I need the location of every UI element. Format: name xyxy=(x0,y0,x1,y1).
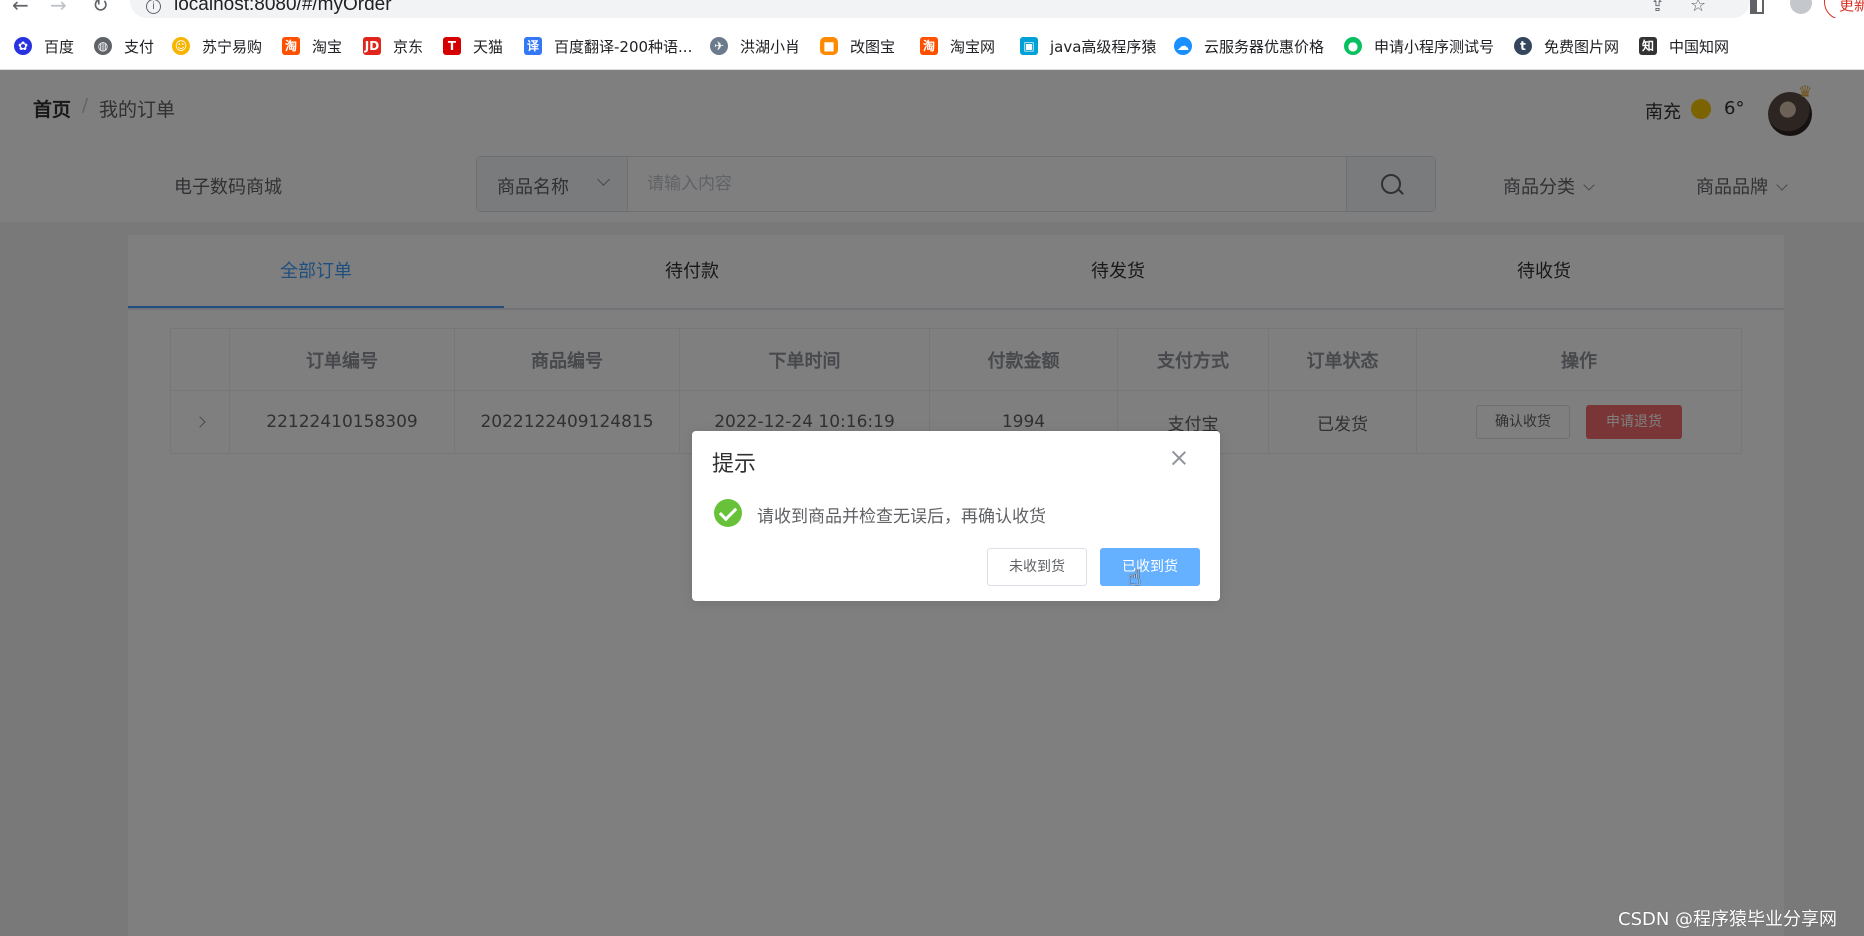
bookmarks-bar: ✿ 百度 ◍ 支付 ☺ 苏宁易购 淘 淘宝 JD 京东 T 天猫 译 百度翻译-… xyxy=(0,18,1864,70)
cloud-icon: ☁ xyxy=(1174,37,1192,55)
not-received-button[interactable]: 未收到货 xyxy=(987,548,1087,586)
bookmark-label: 苏宁易购 xyxy=(202,37,263,56)
profile-icon[interactable] xyxy=(1790,0,1812,14)
bookmark-label: 申请小程序测试号 xyxy=(1374,37,1495,56)
hand-pointer-icon: ☝ xyxy=(1128,566,1142,591)
cnki-icon: 知 xyxy=(1639,37,1657,55)
taobao-icon: 淘 xyxy=(920,37,938,55)
translate-icon: 译 xyxy=(524,37,542,55)
watermark: CSDN @程序猿毕业分享网 xyxy=(1618,909,1838,930)
bookmark-item[interactable]: 知 中国知网 xyxy=(1639,36,1729,56)
dialog-title: 提示 xyxy=(712,452,757,477)
bookmark-label: 支付 xyxy=(124,37,155,56)
bookmark-label: 中国知网 xyxy=(1669,37,1730,56)
bookmark-label: 天猫 xyxy=(473,37,504,56)
bookmark-item[interactable]: ✿ 百度 xyxy=(14,36,74,56)
share-icon[interactable]: ⇪ xyxy=(1650,0,1665,16)
bookmark-item[interactable]: 淘 淘宝 xyxy=(282,36,342,56)
bookmark-label: 淘宝 xyxy=(312,37,343,56)
bookmark-label: 免费图片网 xyxy=(1544,37,1620,56)
bookmark-label: 百度 xyxy=(44,37,75,56)
wechat-icon: ● xyxy=(1344,37,1362,55)
bookmark-label: 改图宝 xyxy=(850,37,896,56)
t-circle-icon: t xyxy=(1514,37,1532,55)
side-panel-icon[interactable] xyxy=(1750,0,1764,14)
bookmark-item[interactable]: t 免费图片网 xyxy=(1514,36,1619,56)
bookmark-star-icon[interactable]: ☆ xyxy=(1690,0,1706,16)
bookmark-item[interactable]: JD 京东 xyxy=(363,36,423,56)
url-text[interactable]: localhost:8080/#/myOrder xyxy=(174,0,392,16)
browser-toolbar: ← → ↻ i localhost:8080/#/myOrder ⇪ ☆ 更新 xyxy=(0,0,1864,20)
globe-icon: ◍ xyxy=(94,37,112,55)
reload-icon[interactable]: ↻ xyxy=(92,0,109,16)
bird-icon: ✈ xyxy=(710,37,728,55)
bookmark-label: 百度翻译-200种语... xyxy=(554,37,693,56)
suning-lion-icon: ☺ xyxy=(172,37,190,55)
address-bar[interactable]: i localhost:8080/#/myOrder ⇪ ☆ xyxy=(130,0,1750,18)
bookmark-item[interactable]: ● 申请小程序测试号 xyxy=(1344,36,1494,56)
bookmark-label: 京东 xyxy=(393,37,424,56)
forward-arrow-icon[interactable]: → xyxy=(50,0,67,16)
received-button[interactable]: 已收到货 xyxy=(1100,548,1200,586)
bookmark-item[interactable]: 淘 淘宝网 xyxy=(920,36,995,56)
success-check-icon xyxy=(714,499,742,527)
jd-icon: JD xyxy=(363,37,381,55)
browser-update-button[interactable]: 更新 xyxy=(1824,0,1864,20)
bilibili-tv-icon: ▣ xyxy=(1020,37,1038,55)
close-icon[interactable] xyxy=(1170,449,1188,467)
bookmark-item[interactable]: T 天猫 xyxy=(443,36,503,56)
baidu-paw-icon: ✿ xyxy=(14,37,32,55)
bookmark-label: java高级程序猿 xyxy=(1050,37,1157,56)
bookmark-item[interactable]: ☺ 苏宁易购 xyxy=(172,36,262,56)
tmall-icon: T xyxy=(443,37,461,55)
back-arrow-icon[interactable]: ← xyxy=(12,0,29,16)
bookmark-item[interactable]: ✈ 洪湖小肖 xyxy=(710,36,800,56)
bookmark-item[interactable]: ☁ 云服务器优惠价格 xyxy=(1174,36,1324,56)
dialog-message: 请收到商品并检查无误后，再确认收货 xyxy=(757,507,1046,527)
gaitubao-icon: ■ xyxy=(820,37,838,55)
taobao-icon: 淘 xyxy=(282,37,300,55)
bookmark-item[interactable]: ▣ java高级程序猿 xyxy=(1020,36,1156,56)
bookmark-item[interactable]: ■ 改图宝 xyxy=(820,36,895,56)
bookmark-item[interactable]: 译 百度翻译-200种语... xyxy=(524,36,692,56)
bookmark-item[interactable]: ◍ 支付 xyxy=(94,36,154,56)
bookmark-label: 云服务器优惠价格 xyxy=(1204,37,1325,56)
site-info-icon[interactable]: i xyxy=(146,0,161,14)
bookmark-label: 淘宝网 xyxy=(950,37,996,56)
bookmark-label: 洪湖小肖 xyxy=(740,37,801,56)
